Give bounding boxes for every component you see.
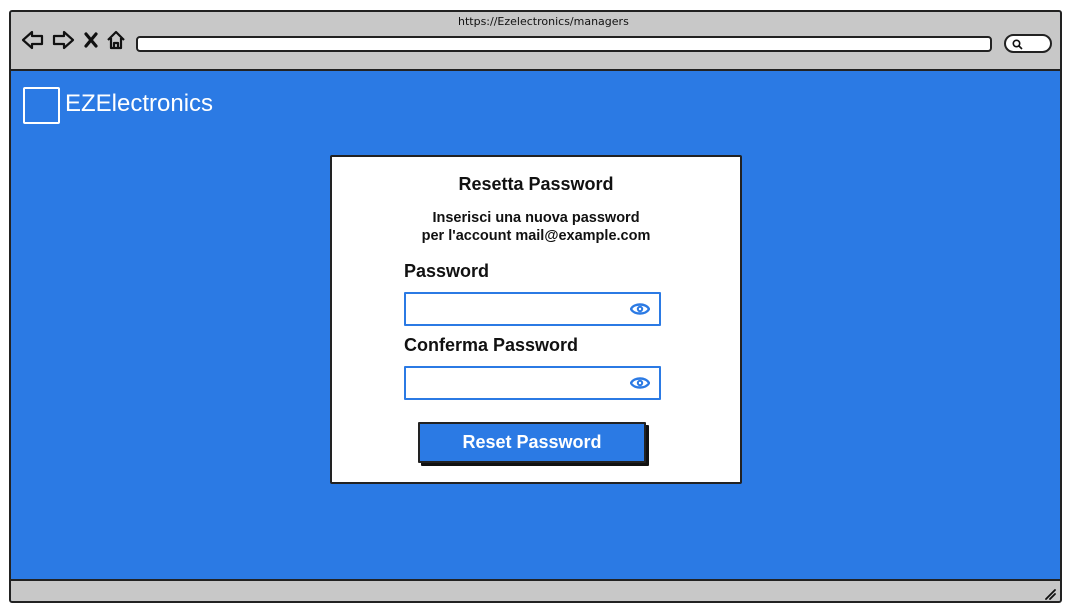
confirm-password-input[interactable] bbox=[410, 371, 625, 395]
url-text: https://Ezelectronics/managers bbox=[458, 15, 629, 28]
search-icon bbox=[1012, 39, 1023, 50]
confirm-password-label: Conferma Password bbox=[404, 335, 579, 355]
forward-arrow-icon[interactable] bbox=[51, 29, 75, 51]
browser-window: https://Ezelectronics/managers EZElectro… bbox=[9, 10, 1062, 603]
search-button[interactable] bbox=[1004, 34, 1052, 53]
instructions-line-2: per l'account mail@example.com bbox=[421, 228, 651, 244]
password-field[interactable] bbox=[404, 292, 661, 326]
browser-toolbar: https://Ezelectronics/managers bbox=[11, 12, 1060, 71]
app-name: EZElectronics bbox=[65, 90, 214, 117]
resize-grip-icon[interactable] bbox=[1042, 585, 1056, 600]
confirm-password-field[interactable] bbox=[404, 366, 661, 400]
home-icon[interactable] bbox=[105, 29, 127, 51]
page-title: Resetta Password bbox=[458, 174, 614, 194]
instructions-line-1: Inserisci una nuova password bbox=[432, 210, 640, 226]
show-password-icon[interactable] bbox=[629, 301, 651, 317]
back-arrow-icon[interactable] bbox=[21, 29, 45, 51]
show-confirm-password-icon[interactable] bbox=[629, 375, 651, 391]
password-input[interactable] bbox=[410, 297, 625, 321]
logo-image bbox=[23, 87, 60, 124]
reset-password-button[interactable]: Reset Password bbox=[418, 422, 646, 463]
address-bar[interactable] bbox=[136, 36, 992, 52]
status-bar bbox=[11, 579, 1060, 601]
reset-password-card: Resetta Password Inserisci una nuova pas… bbox=[330, 155, 742, 484]
password-label: Password bbox=[404, 261, 490, 281]
instructions-text: Inserisci una nuova password per l'accou… bbox=[332, 209, 740, 245]
close-icon[interactable] bbox=[82, 29, 100, 51]
